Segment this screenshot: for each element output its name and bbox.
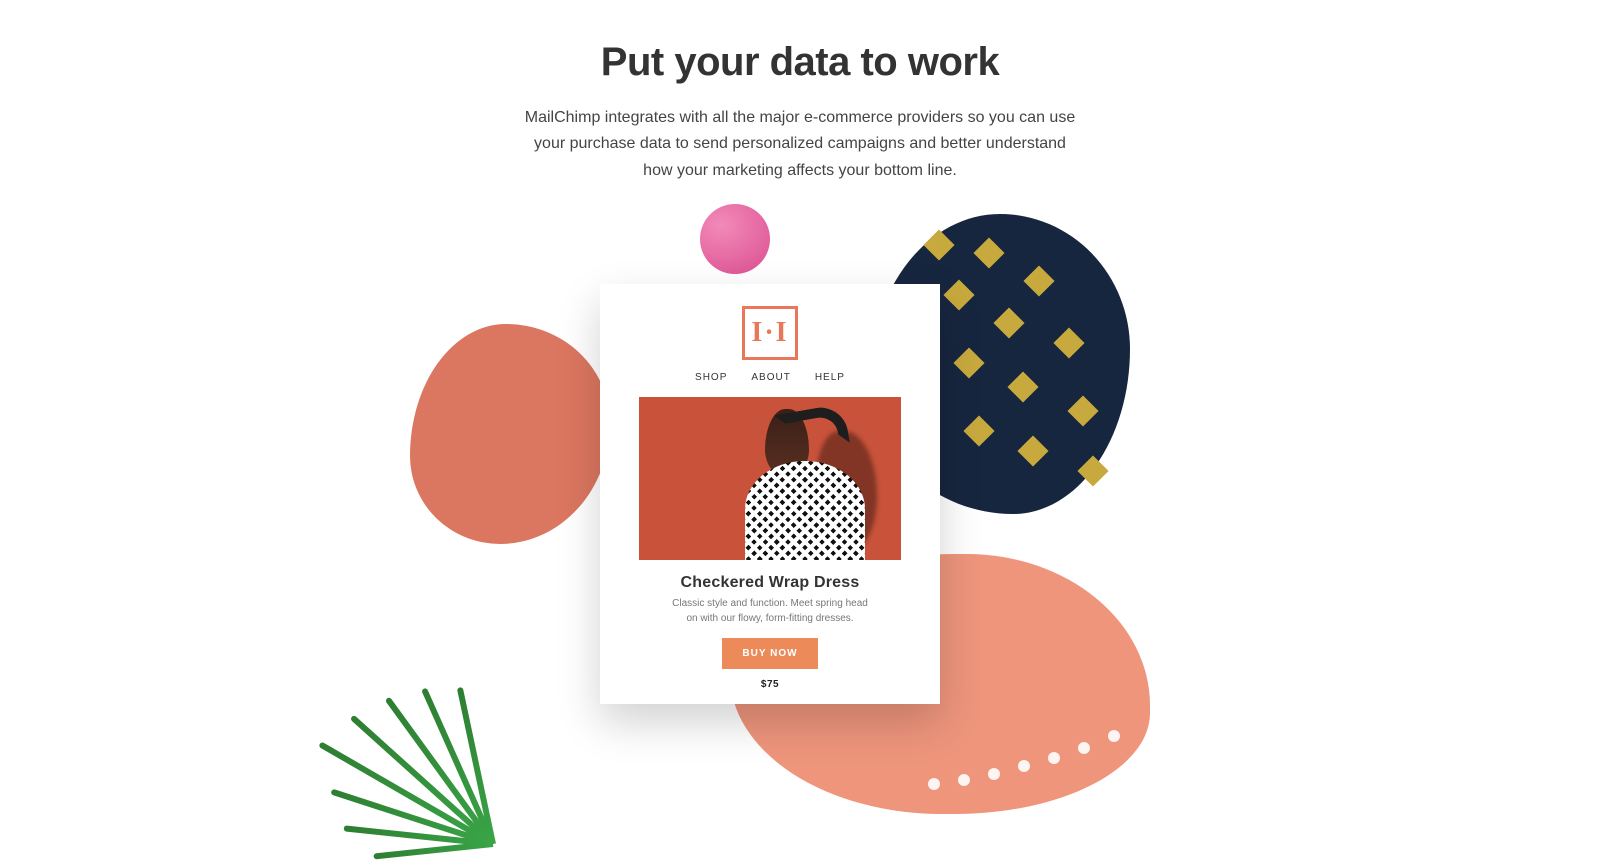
illustration-stage: I·I SHOP ABOUT HELP Checkered Wrap Dress… xyxy=(480,224,1120,784)
headline: Put your data to work xyxy=(0,40,1600,85)
card-nav-shop[interactable]: SHOP xyxy=(695,372,727,383)
palm-decoration xyxy=(340,564,640,844)
product-description: Classic style and function. Meet spring … xyxy=(670,596,870,626)
product-image xyxy=(639,397,901,560)
card-nav-about[interactable]: ABOUT xyxy=(751,372,790,383)
brand-logo-text: I·I xyxy=(751,319,788,347)
landing-section: Put your data to work MailChimp integrat… xyxy=(0,0,1600,842)
card-nav-help[interactable]: HELP xyxy=(815,372,845,383)
subcopy: MailChimp integrates with all the major … xyxy=(520,105,1080,184)
product-email-card: I·I SHOP ABOUT HELP Checkered Wrap Dress… xyxy=(600,284,940,704)
brand-logo-icon: I·I xyxy=(742,306,798,360)
product-price: $75 xyxy=(761,679,779,690)
pink-circle-decoration xyxy=(700,204,770,274)
product-name: Checkered Wrap Dress xyxy=(681,574,860,592)
buy-now-button[interactable]: BUY NOW xyxy=(722,638,817,669)
card-nav: SHOP ABOUT HELP xyxy=(695,372,845,383)
coral-blob-left-decoration xyxy=(410,324,610,544)
